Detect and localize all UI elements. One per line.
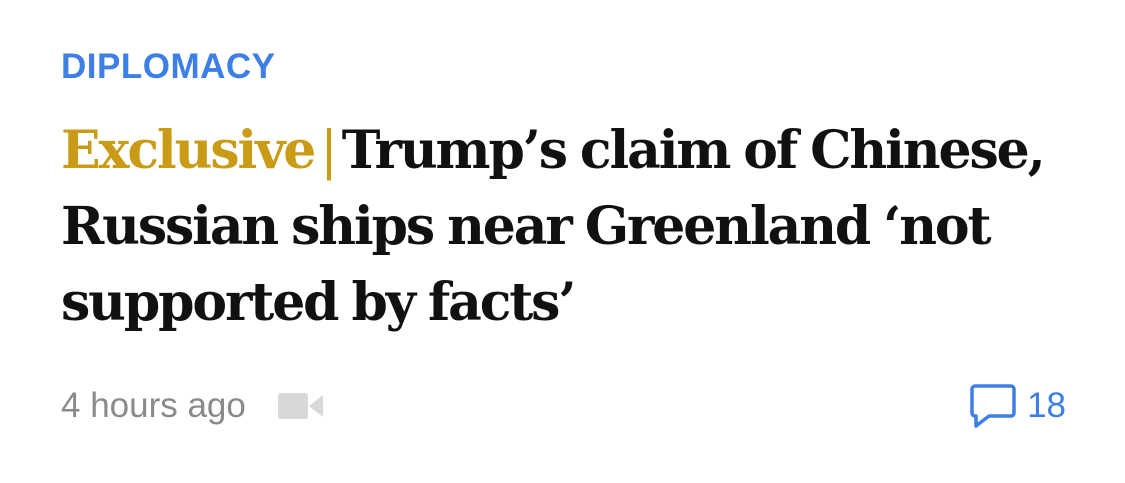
section-label[interactable]: DIPLOMACY: [61, 46, 276, 88]
tag-separator: |: [320, 121, 338, 181]
speech-bubble-icon: [969, 383, 1017, 429]
exclusive-tag: Exclusive: [61, 120, 316, 181]
article-meta: 4 hours ago 18: [61, 381, 1066, 431]
video-camera-icon: [277, 391, 324, 421]
timestamp: 4 hours ago: [61, 386, 246, 425]
article-card[interactable]: DIPLOMACY Exclusive | Trump’s claim of Chi…: [61, 0, 1071, 483]
comment-count: 18: [1027, 386, 1066, 425]
headline[interactable]: Exclusive | Trump’s claim of Chinese, Russ…: [61, 113, 1071, 341]
comments-link[interactable]: 18: [969, 381, 1066, 431]
